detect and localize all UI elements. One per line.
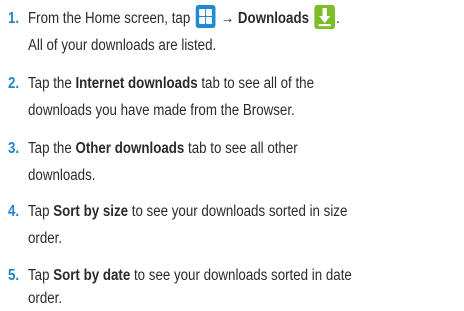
- step-text-line: Tap Sort by date to see your downloads s…: [28, 263, 352, 288]
- sort-by-size-label: Sort by size: [53, 203, 129, 220]
- step-number: 4.: [8, 203, 20, 220]
- step-text: From the Home screen, tap: [28, 10, 191, 27]
- step-text: Tap the: [28, 75, 72, 92]
- step-text-line: From the Home screen, tap → Downloads .: [28, 4, 340, 31]
- step-text: Tap the: [28, 140, 72, 157]
- step-number: 3.: [8, 140, 20, 157]
- step-text-line: Tap the Internet downloads tab to see al…: [28, 71, 314, 96]
- step-text-line: Tap the Other downloads tab to see all o…: [28, 136, 298, 161]
- step-text: tab to see all of the: [201, 75, 315, 92]
- step-text: to see your downloads sorted in size: [131, 203, 348, 220]
- step-text-line: order.: [28, 290, 63, 307]
- arrow-symbol: →: [220, 10, 235, 27]
- step-text-line: Tap Sort by size to see your downloads s…: [28, 199, 347, 224]
- step-number: 1.: [8, 10, 20, 27]
- step-text: Tap: [28, 267, 50, 284]
- downloads-label: Downloads: [237, 10, 310, 27]
- step-text-line: All of your downloads are listed.: [28, 37, 217, 54]
- step-text-line: downloads you have made from the Browser…: [28, 102, 295, 119]
- step-number: 5.: [8, 267, 20, 284]
- step-text-line: downloads.: [28, 167, 96, 184]
- sort-by-date-label: Sort by date: [53, 267, 131, 284]
- step-text: to see your downloads sorted in date: [133, 267, 352, 284]
- step-text: tab to see all other: [188, 140, 298, 157]
- downloads-icon: [314, 4, 336, 29]
- other-downloads-label: Other downloads: [75, 140, 185, 157]
- internet-downloads-label: Internet downloads: [75, 75, 198, 92]
- apps-grid-icon: [195, 5, 216, 29]
- step-text-end: .: [335, 10, 340, 27]
- step-text: Tap: [28, 203, 50, 220]
- step-text-line: order.: [28, 230, 63, 247]
- step-number: 2.: [8, 75, 20, 92]
